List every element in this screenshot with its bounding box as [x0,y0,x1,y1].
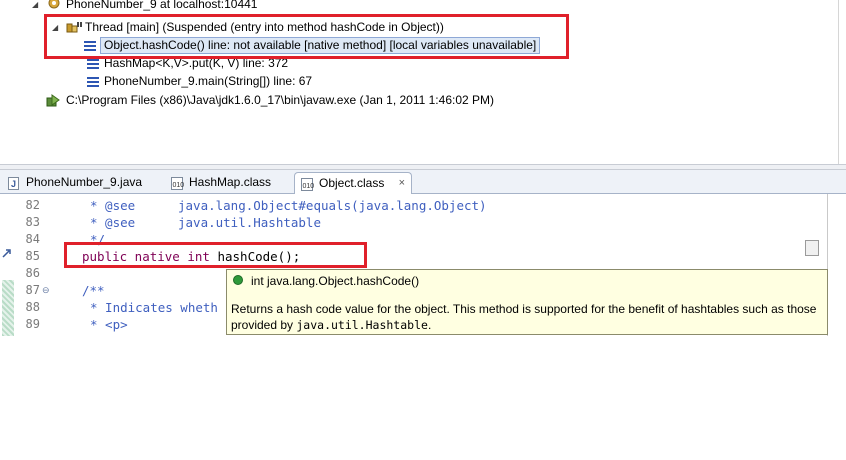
svg-text:010: 010 [173,182,185,189]
method-text: hashCode(); [209,249,301,264]
code-line-87[interactable]: /** [82,282,105,299]
hover-description: Returns a hash code value for the object… [231,301,823,333]
line-number: 86 [25,266,40,280]
line-number: 84 [25,232,40,246]
code-line-88[interactable]: * Indicates wheth [90,299,218,316]
svg-text:010: 010 [303,183,315,190]
line-number: 88 [25,300,40,314]
tab-hashmap-class[interactable]: 010 HashMap.class [165,172,290,193]
line-number: 83 [25,215,40,229]
line-number: 87 [25,283,40,297]
line-number: 85 [25,249,40,263]
target-label: PhoneNumber_9 at localhost:10441 [66,0,258,11]
view-border [838,0,839,164]
hover-signature: int java.lang.Object.hashCode() [233,274,419,288]
collapse-twisty-icon[interactable]: ◢ [32,0,38,13]
signature-text: int java.lang.Object.hashCode() [251,274,420,288]
code-ref-83: java.util.Hashtable [178,215,321,230]
frame-label: PhoneNumber_9.main(String[]) line: 67 [104,74,313,88]
tab-phonenumber-java[interactable]: J PhoneNumber_9.java [2,172,162,193]
debug-view: ◢ PhoneNumber_9 at localhost:10441 ◢ Thr… [0,0,846,164]
frame-label: HashMap<K,V>.put(K, V) line: 372 [104,56,289,70]
process-icon [46,94,60,107]
code-line-83[interactable]: * @see [90,214,135,231]
tab-label: Object.class [319,176,385,190]
code-ref-82: java.lang.Object#equals(java.lang.Object… [178,198,487,213]
editor-tab-bar: J PhoneNumber_9.java 010 HashMap.class 0… [0,170,846,195]
tab-label: PhoneNumber_9.java [26,175,143,189]
tab-label: HashMap.class [189,175,272,189]
debug-target-icon [47,0,61,9]
line-number: 82 [25,198,40,212]
description-end: . [427,318,432,332]
code-line-85[interactable]: public native int hashCode(); [82,248,300,265]
svg-text:J: J [11,179,16,189]
process-label: C:\Program Files (x86)\Java\jdk1.6.0_17\… [66,93,494,107]
keyword-text: public native int [82,249,210,264]
collapse-twisty-icon[interactable]: ◢ [52,19,58,36]
java-file-icon: J [8,176,20,190]
tree-row-thread[interactable]: ◢ Thread [main] (Suspended (entry into m… [0,19,560,36]
code-reference: java.util.Hashtable [296,318,428,332]
code-line-84[interactable]: */ [90,231,105,248]
javadoc-tag: * @see [90,215,136,230]
class-file-icon: 010 [301,177,315,191]
frame-label: Object.hashCode() line: not available [n… [100,37,541,54]
javadoc-hover-popup: int java.lang.Object.hashCode() Returns … [226,269,828,335]
public-method-icon [233,275,243,285]
scrollbar-thumb[interactable] [805,240,819,256]
fold-toggle-icon[interactable]: ⊖ [42,282,50,299]
line-number: 89 [25,317,40,331]
code-line-89[interactable]: * <p> [90,316,128,333]
code-line-82[interactable]: * @see [90,197,135,214]
stack-frame-icon [87,75,101,88]
javadoc-tag: * @see [90,198,136,213]
suspended-thread-icon [66,21,82,34]
stack-frame-icon [87,57,101,70]
thread-label: Thread [main] (Suspended (entry into met… [85,20,444,34]
quick-diff-marker [2,280,14,336]
class-file-icon: 010 [171,176,185,190]
close-tab-icon[interactable]: × [399,173,405,194]
tab-object-class[interactable]: 010 Object.class × [294,172,412,195]
stack-frame-icon [84,39,98,52]
breakpoint-arrow-icon [2,247,12,261]
